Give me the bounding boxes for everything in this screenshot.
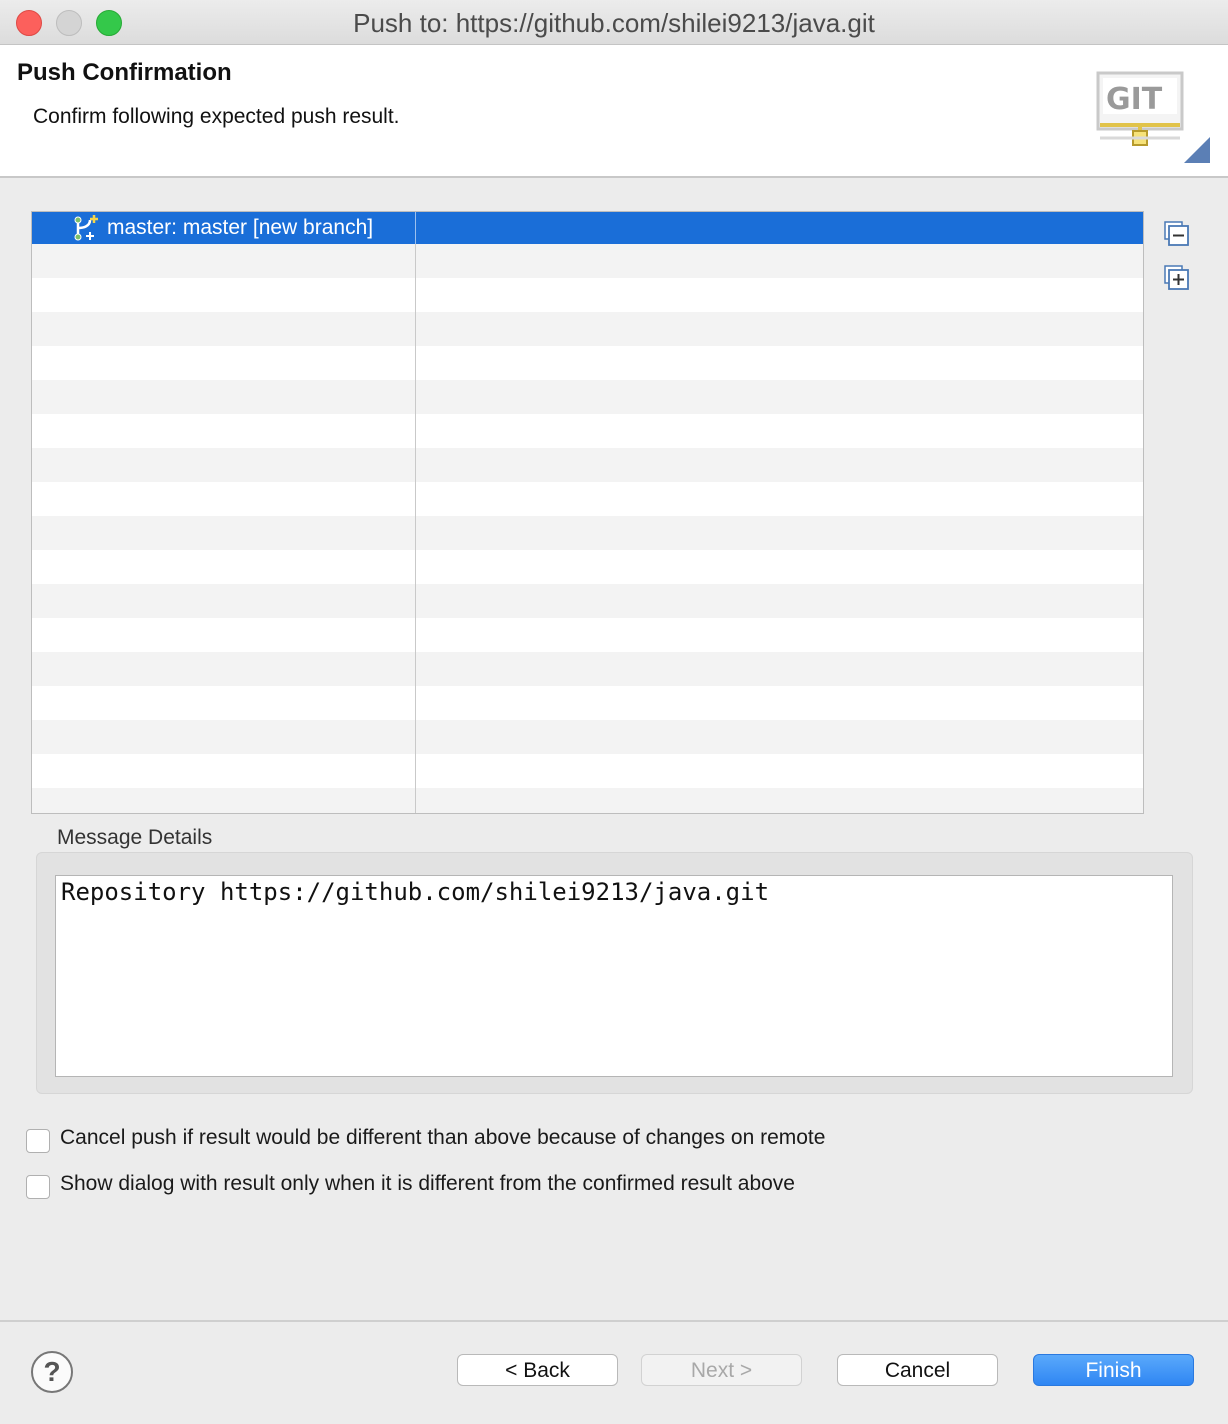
empty-table-row: [32, 754, 1143, 788]
empty-table-row: [32, 448, 1143, 482]
branch-row-label: master: master [new branch]: [107, 216, 374, 239]
empty-table-row: [32, 414, 1143, 448]
message-details-label: Message Details: [57, 826, 213, 849]
empty-table-row: [32, 244, 1143, 278]
git-logo-icon: GIT: [1096, 71, 1210, 163]
footer-separator: [0, 1320, 1228, 1322]
page-description: Confirm following expected push result.: [33, 105, 400, 128]
empty-table-row: [32, 652, 1143, 686]
show-dialog-if-different-label[interactable]: Show dialog with result only when it is …: [60, 1172, 795, 1196]
collapse-all-icon[interactable]: [1164, 221, 1190, 247]
cancel-if-different-checkbox[interactable]: [26, 1129, 50, 1153]
empty-table-row: [32, 618, 1143, 652]
empty-table-row: [32, 788, 1143, 813]
help-button[interactable]: ?: [31, 1351, 73, 1393]
back-button[interactable]: < Back: [457, 1354, 618, 1386]
empty-table-row: [32, 380, 1143, 414]
window-titlebar: Push to: https://github.com/shilei9213/j…: [0, 0, 1228, 45]
empty-table-row: [32, 516, 1143, 550]
empty-table-row: [32, 686, 1143, 720]
header-banner: Push Confirmation Confirm following expe…: [0, 45, 1228, 178]
empty-table-row: [32, 720, 1143, 754]
new-branch-icon: [74, 215, 98, 241]
show-dialog-if-different-checkbox[interactable]: [26, 1175, 50, 1199]
push-result-table[interactable]: master: master [new branch]: [31, 211, 1144, 814]
message-details-text: Repository https://github.com/shilei9213…: [61, 878, 770, 906]
column-divider: [415, 212, 416, 244]
cancel-if-different-label[interactable]: Cancel push if result would be different…: [60, 1126, 825, 1150]
git-logo-text: GIT: [1106, 82, 1163, 117]
next-button[interactable]: Next >: [641, 1354, 802, 1386]
message-details-text-area[interactable]: Repository https://github.com/shilei9213…: [55, 875, 1173, 1077]
empty-table-row: [32, 346, 1143, 380]
empty-table-row: [32, 584, 1143, 618]
cancel-button[interactable]: Cancel: [837, 1354, 998, 1386]
message-details-group: Repository https://github.com/shilei9213…: [36, 852, 1193, 1094]
empty-table-row: [32, 550, 1143, 584]
table-row[interactable]: master: master [new branch]: [32, 212, 1143, 244]
column-divider: [415, 244, 416, 813]
window-title: Push to: https://github.com/shilei9213/j…: [353, 8, 875, 38]
empty-table-row: [32, 278, 1143, 312]
empty-table-row: [32, 482, 1143, 516]
empty-table-row: [32, 312, 1143, 346]
finish-button[interactable]: Finish: [1033, 1354, 1194, 1386]
expand-all-icon[interactable]: [1164, 265, 1190, 291]
page-title: Push Confirmation: [17, 59, 232, 86]
